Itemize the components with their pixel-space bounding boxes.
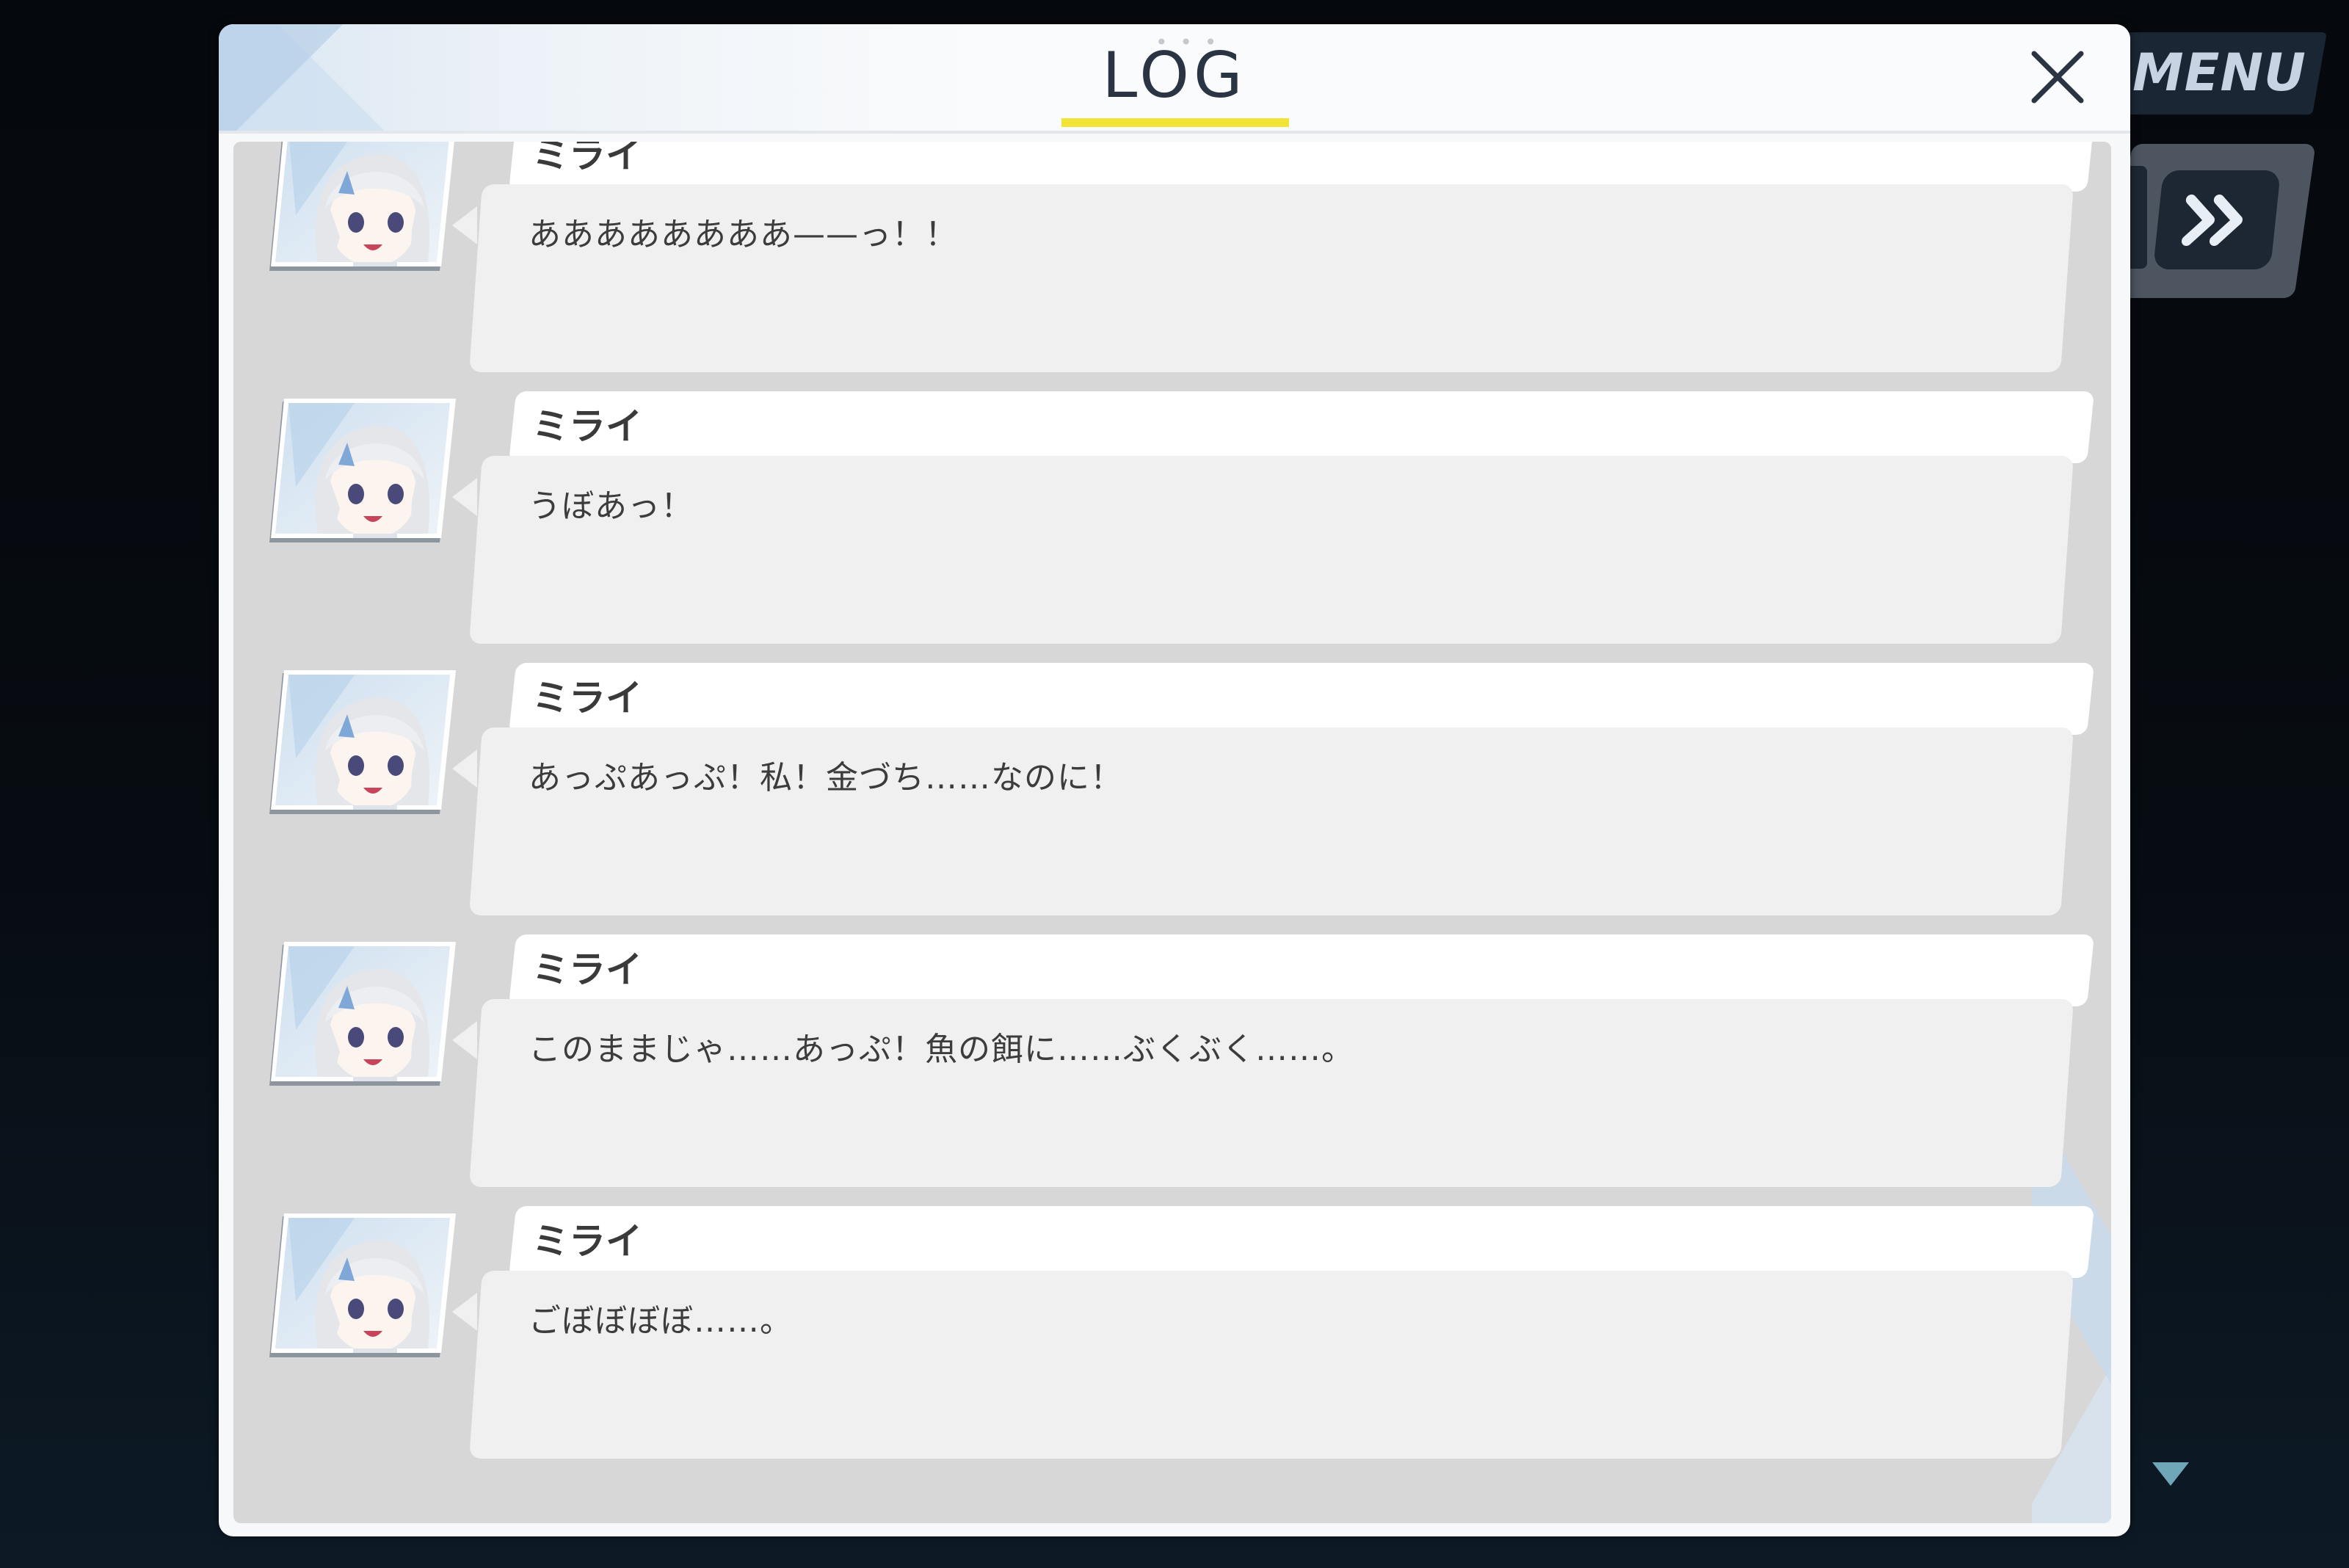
dialogue-text: ごぼぼぼぼ……。 — [529, 1302, 793, 1340]
log-dialog: • • • LOG ミライ ああああああああ——っ！！ ミライ うぼあっ！ ミラ… — [219, 24, 2130, 1536]
close-icon — [2031, 51, 2084, 104]
dialogue-text: うぼあっ！ — [529, 487, 694, 525]
speaker-name: ミライ — [532, 948, 642, 991]
log-entry: ミライ ごぼぼぼぼ……。 — [233, 1206, 2111, 1470]
close-button[interactable] — [2021, 40, 2094, 114]
dialogue-text: あっぷあっぷ！私！金づち……なのに！ — [529, 759, 1123, 796]
speaker-avatar — [266, 399, 457, 556]
speaker-avatar — [266, 942, 457, 1100]
speaker-name-bar — [508, 391, 2095, 463]
bubble-pointer — [452, 206, 477, 244]
speaker-name: ミライ — [532, 405, 642, 448]
bubble-pointer — [452, 1293, 477, 1331]
bubble-pointer — [452, 749, 477, 788]
speaker-name-bar — [508, 663, 2095, 735]
dialogue-text: ああああああああ——っ！！ — [529, 216, 958, 253]
menu-label: MENU — [2132, 43, 2306, 103]
title-underline — [1061, 118, 1289, 127]
log-entry: ミライ あっぷあっぷ！私！金づち……なのに！ — [233, 663, 2111, 927]
log-entry: ミライ ああああああああ——っ！！ — [233, 142, 2111, 384]
speaker-avatar — [266, 670, 457, 828]
log-list[interactable]: ミライ ああああああああ——っ！！ ミライ うぼあっ！ ミライ あっぷあっぷ！私… — [233, 142, 2111, 1523]
bubble-pointer — [452, 478, 477, 516]
scroll-down-icon[interactable] — [2152, 1462, 2189, 1486]
log-entry: ミライ このままじゃ……あっぷ！魚の餌に……ぶくぶく……。 — [233, 934, 2111, 1199]
dialogue-text: このままじゃ……あっぷ！魚の餌に……ぶくぶく……。 — [529, 1031, 1354, 1068]
speaker-avatar — [266, 1213, 457, 1371]
speaker-name-bar — [508, 934, 2095, 1006]
speaker-name: ミライ — [532, 1220, 642, 1263]
dialogue-bubble — [469, 456, 2074, 644]
log-entry: ミライ うぼあっ！ — [233, 391, 2111, 656]
dialog-title: LOG — [1102, 39, 1247, 112]
speaker-name: ミライ — [532, 677, 642, 719]
speaker-name-bar — [508, 1206, 2095, 1278]
bubble-pointer — [452, 1021, 477, 1059]
speaker-name: ミライ — [532, 142, 642, 176]
double-chevron-right-icon — [2182, 194, 2243, 246]
fast-forward-button[interactable] — [2152, 170, 2281, 269]
speaker-avatar — [266, 142, 457, 285]
dialog-header: • • • LOG — [219, 24, 2130, 134]
